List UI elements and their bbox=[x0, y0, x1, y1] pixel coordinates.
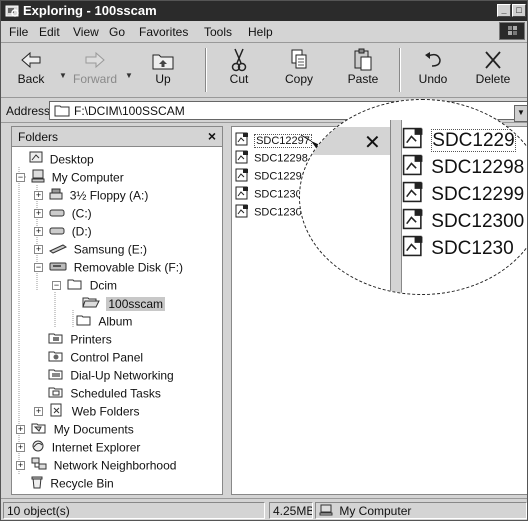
zoom-file-item: SDC1230 bbox=[402, 235, 514, 261]
image-file-icon bbox=[402, 208, 424, 236]
image-file-icon bbox=[402, 235, 424, 263]
status-bar: 10 object(s) 4.25MB My Computer bbox=[1, 498, 527, 520]
explorer-window: Exploring - 100sscam _ □ File Edit View … bbox=[0, 0, 528, 521]
status-location: My Computer bbox=[315, 502, 527, 519]
zoom-file-item: SDC1229 bbox=[402, 127, 516, 153]
image-file-icon bbox=[402, 154, 424, 182]
zoom-pane-divider bbox=[390, 120, 402, 294]
status-object-count: 10 object(s) bbox=[3, 502, 265, 519]
zoom-close-icon: ✕ bbox=[364, 132, 381, 154]
zoom-magnifier: ✕ SDC1229 SDC12298 SDC12299 SDC12300 SDC… bbox=[299, 99, 527, 295]
zoom-file-item: SDC12299 bbox=[402, 181, 524, 207]
my-computer-icon bbox=[319, 504, 333, 518]
zoom-file-item: SDC12300 bbox=[402, 208, 524, 234]
status-size: 4.25MB bbox=[269, 502, 313, 519]
image-file-icon bbox=[402, 127, 424, 155]
image-file-icon bbox=[402, 181, 424, 209]
zoom-file-item: SDC12298 bbox=[402, 154, 524, 180]
